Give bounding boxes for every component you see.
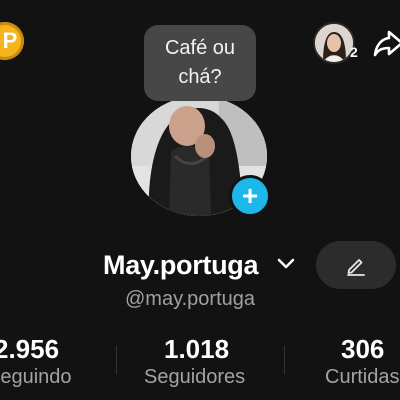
note-text-line2: chá? [178, 66, 222, 88]
likes-label[interactable]: Curtidas [325, 366, 399, 389]
likes-count[interactable]: 306 [341, 334, 384, 365]
followers-count[interactable]: 1.018 [164, 334, 229, 365]
followers-label[interactable]: Seguidores [144, 366, 245, 389]
stat-divider [116, 346, 117, 374]
chevron-down-icon[interactable] [275, 256, 297, 272]
plus-icon: + [241, 180, 259, 211]
following-count[interactable]: 2.956 [0, 334, 59, 365]
story-avatar[interactable] [313, 22, 355, 64]
note-bubble[interactable]: Café ou chá? [144, 25, 256, 101]
pencil-icon [347, 259, 365, 276]
share-icon[interactable] [372, 26, 400, 60]
note-text-line1: Café ou [164, 37, 236, 59]
stat-divider [284, 346, 285, 374]
coin-icon[interactable]: P [0, 22, 24, 60]
add-photo-button[interactable]: + [229, 175, 271, 217]
notification-count: 2 [350, 44, 358, 60]
display-name[interactable]: May.portuga [103, 250, 259, 281]
avatar-image [315, 24, 353, 62]
username-handle: @may.portuga [125, 288, 255, 310]
following-label[interactable]: Seguindo [0, 366, 72, 389]
edit-profile-button[interactable] [316, 241, 396, 289]
